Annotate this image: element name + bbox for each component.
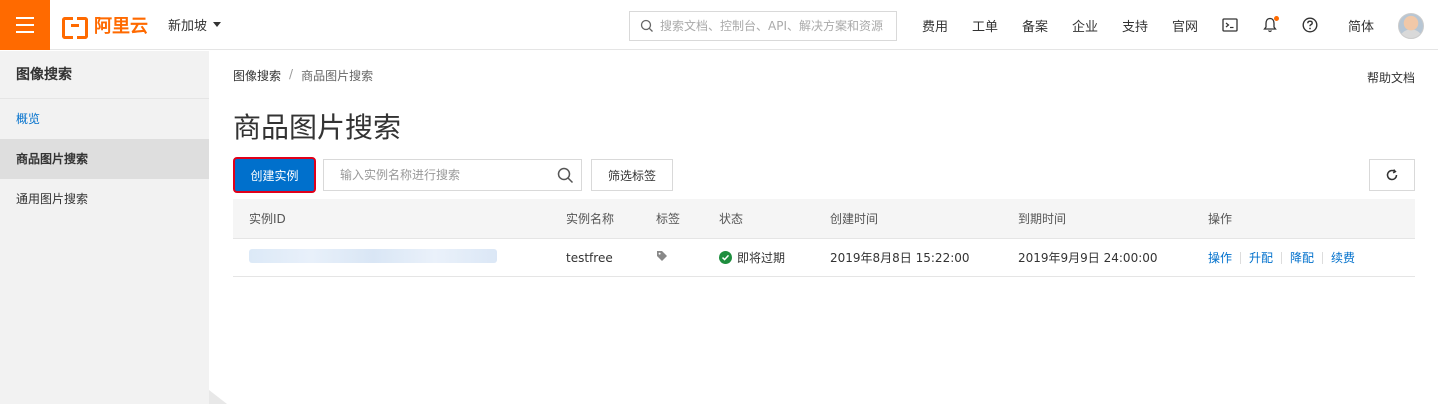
expire-time: 2019年9月9日 24:00:00 (1018, 251, 1158, 265)
action-renew[interactable]: 续费 (1331, 249, 1355, 266)
instance-id-link[interactable] (249, 249, 497, 266)
nav-tickets[interactable]: 工单 (960, 16, 1010, 35)
instance-search-input[interactable] (324, 168, 549, 182)
refresh-button[interactable] (1369, 159, 1415, 191)
region-label: 新加坡 (168, 19, 208, 34)
sidebar-title: 图像搜索 (0, 51, 209, 99)
column-header-tags: 标签 (656, 212, 681, 226)
column-header-instance-name: 实例名称 (566, 212, 615, 226)
status-badge: 即将过期 (719, 249, 785, 266)
user-avatar[interactable] (1398, 13, 1424, 39)
sidebar-collapse-handle[interactable] (209, 390, 227, 404)
sidebar: 图像搜索 概览 商品图片搜索 通用图片搜索 (0, 51, 209, 404)
instance-name: testfree (566, 250, 613, 265)
tag-icon[interactable] (656, 250, 668, 265)
bell-icon[interactable] (1250, 0, 1290, 50)
nav-official-site[interactable]: 官网 (1160, 16, 1210, 35)
action-upgrade[interactable]: 升配 (1249, 249, 1273, 266)
action-manage[interactable]: 操作 (1208, 249, 1232, 266)
breadcrumb-current: 商品图片搜索 (301, 69, 374, 83)
row-actions: 操作 升配 降配 续费 (1208, 249, 1355, 266)
nav-fees[interactable]: 费用 (910, 16, 960, 35)
menu-line (16, 30, 34, 33)
region-selector[interactable]: 新加坡 (168, 15, 222, 34)
redacted-instance-id[interactable] (249, 249, 497, 263)
action-divider (1240, 251, 1242, 264)
sidebar-item-overview[interactable]: 概览 (0, 99, 209, 139)
help-circle-icon[interactable] (1290, 0, 1330, 50)
filter-tags-button[interactable]: 筛选标签 (591, 159, 673, 191)
sidebar-item-product-image-search[interactable]: 商品图片搜索 (0, 139, 209, 179)
column-header-expire-time: 到期时间 (1018, 212, 1067, 226)
instance-search (323, 159, 582, 191)
top-bar: 阿里云 新加坡 费用 工单 备案 企业 支持 官网 (0, 0, 1438, 50)
created-time: 2019年8月8日 15:22:00 (830, 251, 970, 265)
help-docs-link[interactable]: 帮助文档 (1367, 69, 1415, 86)
action-downgrade[interactable]: 降配 (1290, 249, 1314, 266)
column-header-instance-id: 实例ID (249, 212, 286, 226)
nav-enterprise[interactable]: 企业 (1060, 16, 1110, 35)
search-icon (640, 19, 653, 32)
action-divider (1322, 251, 1324, 264)
language-switch[interactable]: 简体 (1336, 16, 1386, 35)
column-header-actions: 操作 (1208, 212, 1233, 226)
search-icon[interactable] (549, 167, 581, 184)
notification-dot (1274, 16, 1279, 21)
breadcrumb-separator: / (289, 67, 294, 81)
page-title: 商品图片搜索 (233, 111, 402, 144)
aliyun-logo[interactable]: 阿里云 (62, 12, 148, 39)
terminal-icon[interactable] (1210, 0, 1250, 50)
caret-down-icon (213, 22, 222, 27)
global-search-input[interactable] (660, 19, 890, 33)
logo-text: 阿里云 (94, 15, 148, 37)
column-header-status: 状态 (719, 212, 744, 226)
breadcrumb-root[interactable]: 图像搜索 (233, 67, 281, 84)
hamburger-menu-button[interactable] (0, 0, 50, 50)
sidebar-item-general-image-search[interactable]: 通用图片搜索 (0, 179, 209, 219)
menu-line (16, 23, 34, 26)
menu-line (16, 16, 34, 19)
column-header-created-time: 创建时间 (830, 212, 879, 226)
breadcrumb: 图像搜索 / 商品图片搜索 (233, 67, 373, 84)
nav-icp[interactable]: 备案 (1010, 16, 1060, 35)
create-instance-button[interactable]: 创建实例 (233, 157, 316, 193)
instance-table: 实例ID 实例名称 标签 状态 创建时间 到期时间 操作 testfree 即将… (233, 199, 1415, 277)
refresh-icon (1386, 169, 1398, 181)
aliyun-logo-icon (62, 16, 88, 39)
global-search[interactable] (629, 11, 897, 41)
status-text: 即将过期 (737, 251, 786, 265)
action-divider (1281, 251, 1283, 264)
nav-support[interactable]: 支持 (1110, 16, 1160, 35)
table-header: 实例ID 实例名称 标签 状态 创建时间 到期时间 操作 (233, 199, 1415, 239)
top-nav: 费用 工单 备案 企业 支持 官网 简体 (910, 0, 1386, 50)
check-circle-icon (719, 251, 732, 264)
table-row: testfree 即将过期 2019年8月8日 15:22:00 2019年9月… (233, 239, 1415, 277)
